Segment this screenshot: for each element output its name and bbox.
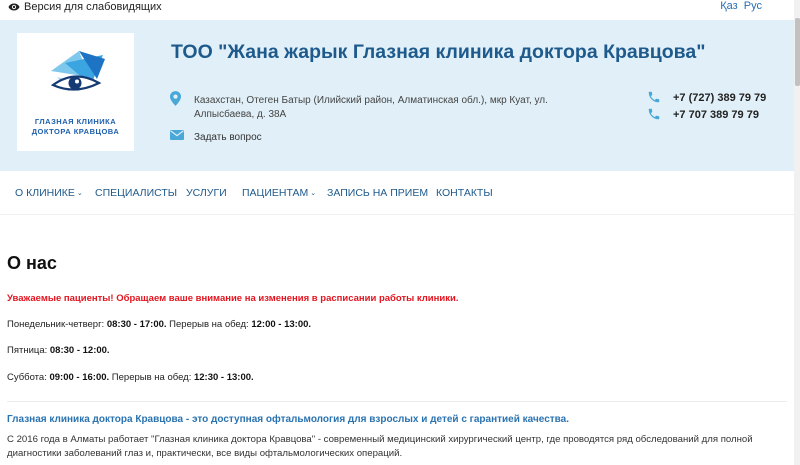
logo-text-line1: ГЛАЗНАЯ КЛИНИКА: [34, 117, 117, 126]
clinic-tagline: Глазная клиника доктора Кравцова - это д…: [7, 414, 570, 425]
nav-item-appointment[interactable]: Запись на прием: [327, 187, 428, 199]
envelope-icon: [170, 130, 184, 140]
eye-logo-icon: [50, 51, 105, 91]
ask-question-link[interactable]: Задать вопрос: [194, 132, 262, 143]
phone-2[interactable]: +7 707 389 79 79: [673, 109, 759, 121]
eye-icon: [8, 3, 20, 11]
scrollbar-thumb[interactable]: [795, 18, 800, 86]
phone-icon: [648, 108, 660, 120]
nav-item-contacts[interactable]: Контакты: [436, 187, 493, 199]
schedule-notice: Уважаемые пациенты! Обращаем ваше вниман…: [7, 293, 459, 304]
content-divider: [7, 401, 787, 402]
nav-item-specialists[interactable]: Специалисты: [95, 187, 177, 199]
hours-friday: Пятница: 08:30 - 12:00.: [7, 345, 110, 356]
nav-item-patients[interactable]: Пациентам ⌄: [242, 187, 316, 199]
main-navigation: О клинике ⌄ Специалисты Услуги Пациентам ⌄…: [0, 171, 794, 215]
lang-ru-link[interactable]: Рус: [744, 0, 762, 12]
clinic-logo[interactable]: ГЛАЗНАЯ КЛИНИКА ДОКТОРА КРАВЦОВА: [17, 33, 134, 151]
accessibility-version-label: Версия для слабовидящих: [24, 1, 162, 13]
phone-icon: [648, 91, 660, 103]
page-title: О нас: [7, 253, 57, 273]
address-line-1: Казахстан, Отеген Батыр (Илийский район,…: [194, 95, 548, 106]
language-switcher: Қаз Рус: [717, 0, 762, 12]
location-pin-icon: [170, 91, 181, 106]
hours-saturday: Суббота: 09:00 - 16:00. Перерыв на обед:…: [7, 372, 254, 383]
about-paragraph: С 2016 года в Алматы работает "Глазная к…: [7, 434, 753, 459]
clinic-title: ТОО "Жана жарык Глазная клиника доктора …: [171, 41, 706, 63]
logo-text-line2: ДОКТОРА КРАВЦОВА: [31, 127, 120, 136]
nav-item-about-clinic[interactable]: О клинике ⌄: [15, 187, 83, 199]
hours-mon-thu: Понедельник-четверг: 08:30 - 17:00. Пере…: [7, 319, 312, 330]
top-bar: Версия для слабовидящих Қаз Рус: [0, 0, 800, 18]
nav-item-services[interactable]: Услуги: [186, 187, 227, 199]
address-line-2: Алпысбаева, д. 38А: [194, 109, 287, 120]
clinic-address: Казахстан, Отеген Батыр (Илийский район,…: [194, 94, 564, 122]
site-header: ГЛАЗНАЯ КЛИНИКА ДОКТОРА КРАВЦОВА ТОО "Жа…: [0, 20, 794, 171]
accessibility-version-link[interactable]: Версия для слабовидящих: [8, 1, 162, 13]
chevron-down-icon: ⌄: [76, 190, 83, 197]
phone-1[interactable]: +7 (727) 389 79 79: [673, 92, 766, 104]
lang-kz-link[interactable]: Қаз: [720, 0, 737, 12]
chevron-down-icon: ⌄: [310, 190, 317, 197]
